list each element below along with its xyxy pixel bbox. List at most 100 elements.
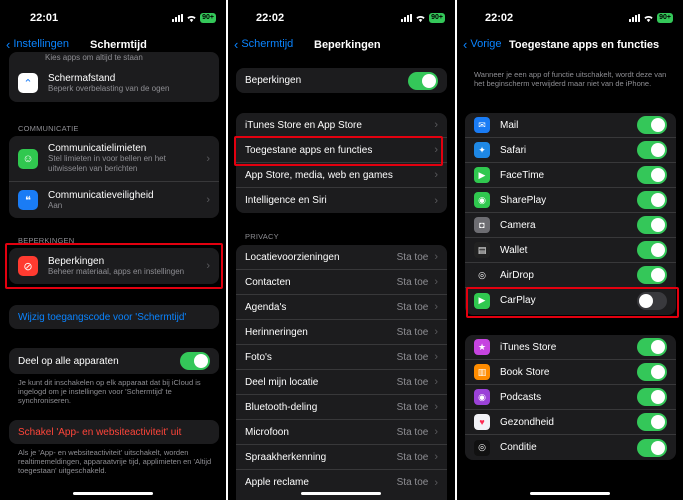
group-privacy: Locatievoorzieningen Sta toe › Contacten St… (236, 245, 447, 500)
camera-icon: ◘ (474, 217, 490, 233)
chevron-right-icon: › (434, 476, 438, 489)
row-value: Sta toe (396, 251, 429, 263)
row-content-restrictions[interactable]: App Store, media, web en games › (236, 163, 447, 188)
row-beperkingen[interactable]: ⊘ Beperkingen Beheer materiaal, apps en … (9, 248, 219, 284)
podcasts-icon: ◉ (474, 389, 490, 405)
row-privacy-location[interactable]: Locatievoorzieningen Sta toe › (236, 245, 447, 270)
app-toggle[interactable] (637, 266, 667, 284)
home-indicator (530, 492, 610, 495)
disable-activity-button[interactable]: Schakel 'App- en websiteactiviteit' uit (9, 420, 219, 444)
app-toggle[interactable] (637, 241, 667, 259)
row-label: Herinneringen (245, 326, 308, 338)
row-label: iTunes Store en App Store (245, 119, 362, 131)
battery-icon: 90+ (429, 13, 445, 23)
group-beperkingen: ⊘ Beperkingen Beheer materiaal, apps en … (9, 248, 219, 284)
row-privacy-speech[interactable]: Spraakherkenning Sta toe › (236, 445, 447, 470)
book-icon: ▥ (474, 364, 490, 380)
airdrop-icon: ◎ (474, 267, 490, 283)
row-value: Sta toe (396, 351, 429, 363)
chevron-right-icon: › (206, 194, 210, 206)
row-privacy-photos[interactable]: Foto's Sta toe › (236, 345, 447, 370)
home-indicator (301, 492, 381, 495)
row-schermafstand[interactable]: ⌃ Schermafstand Beperk overbelasting van… (9, 65, 219, 101)
row-subtitle: Aan (48, 200, 63, 210)
fitness-rings-icon: ◎ (474, 439, 490, 456)
app-toggle[interactable] (637, 291, 667, 310)
app-toggle[interactable] (637, 438, 667, 457)
app-toggle[interactable] (637, 388, 667, 406)
share-toggle[interactable] (180, 352, 210, 370)
chevron-right-icon: › (434, 326, 438, 338)
row-title: Communicatieveiligheid (48, 189, 154, 201)
status-time: 22:01 (30, 12, 59, 24)
row-intelligence-siri[interactable]: Intelligence en Siri › (236, 188, 447, 213)
wifi-icon (187, 15, 196, 22)
partial-subtitle: Kies apps om altijd te staan (45, 53, 143, 62)
battery-icon: 90+ (657, 13, 673, 23)
row-privacy-calendars[interactable]: Agenda's Sta toe › (236, 295, 447, 320)
app-label: Camera (500, 219, 536, 231)
chevron-left-icon: ‹ (463, 36, 468, 52)
chevron-right-icon: › (434, 169, 438, 181)
back-button[interactable]: ‹ Schermtijd (234, 38, 293, 51)
app-label: SharePlay (500, 194, 547, 206)
nav-bar: ‹ Schermtijd Beperkingen (228, 36, 455, 56)
app-row-itunes-store: ★ iTunes Store (465, 335, 676, 360)
back-button[interactable]: ‹ Instellingen (6, 36, 69, 52)
change-passcode-link[interactable]: Wijzig toegangscode voor 'Schermtijd' (9, 305, 219, 329)
app-label: Mail (500, 119, 519, 131)
row-privacy-reminders[interactable]: Herinneringen Sta toe › (236, 320, 447, 345)
row-privacy-contacts[interactable]: Contacten Sta toe › (236, 270, 447, 295)
row-value: Sta toe (396, 451, 429, 463)
app-toggle[interactable] (637, 338, 667, 356)
section-header-privacy: PRIVACY (245, 232, 279, 241)
chevron-left-icon: ‹ (6, 36, 11, 52)
app-toggle[interactable] (637, 413, 667, 431)
app-toggle[interactable] (637, 216, 667, 234)
app-label: iTunes Store (500, 341, 557, 353)
row-privacy-bluetooth[interactable]: Bluetooth-deling Sta toe › (236, 395, 447, 420)
row-communicatieveiligheid[interactable]: ❝ Communicatieveiligheid Aan › (9, 182, 219, 218)
row-label: Intelligence en Siri (245, 195, 327, 206)
row-label: Microfoon (245, 426, 289, 438)
chevron-right-icon: › (206, 260, 210, 272)
app-row-airdrop: ◎ AirDrop (465, 263, 676, 288)
chevron-right-icon: › (434, 194, 438, 207)
communication-safety-icon: ❝ (18, 190, 38, 210)
cellular-signal-icon (629, 14, 641, 22)
cellular-signal-icon (401, 14, 413, 22)
row-privacy-microphone[interactable]: Microfoon Sta toe › (236, 420, 447, 445)
app-toggle[interactable] (637, 191, 667, 209)
disable-label: Schakel 'App- en websiteactiviteit' uit (18, 426, 182, 438)
group-top: Kies apps om altijd te staan ⌃ Schermafs… (9, 52, 219, 102)
group-disable: Schakel 'App- en websiteactiviteit' uit (9, 420, 219, 444)
app-toggle[interactable] (637, 141, 667, 159)
mail-icon: ✉ (474, 117, 490, 133)
row-itunes-app-store[interactable]: iTunes Store en App Store › (236, 113, 447, 138)
group-share: Deel op alle apparaten (9, 348, 219, 374)
section-header-communicatie: COMMUNICATIE (18, 124, 79, 133)
chevron-right-icon: › (434, 119, 438, 131)
app-toggle[interactable] (637, 363, 667, 381)
row-label: Locatievoorzieningen (245, 251, 340, 263)
row-label: Bluetooth-deling (245, 401, 318, 413)
row-value: Sta toe (396, 276, 429, 288)
row-title: Beperkingen (48, 255, 105, 267)
app-label: Wallet (500, 244, 528, 256)
row-communicatielimieten[interactable]: ☺ Communicatielimieten Stel limieten in … (9, 136, 219, 182)
row-subtitle: Stel limieten in voor bellen en het uitw… (48, 154, 166, 173)
communication-limits-icon: ☺ (18, 148, 38, 169)
allowed-apps-note: Wanneer je een app of functie uitschakel… (474, 70, 667, 88)
facetime-icon: ▶ (474, 167, 490, 183)
app-toggle[interactable] (637, 166, 667, 184)
back-button[interactable]: ‹ Vorige (463, 36, 502, 52)
screen-distance-icon: ⌃ (18, 73, 38, 93)
restrictions-toggle[interactable] (408, 71, 438, 90)
row-subtitle: Beheer materiaal, apps en instellingen (48, 266, 185, 276)
row-allowed-apps[interactable]: Toegestane apps en functies › (236, 138, 447, 163)
app-toggle[interactable] (637, 116, 667, 134)
row-label: Foto's (245, 351, 272, 363)
row-label: App Store, media, web en games (245, 169, 393, 181)
row-privacy-share-location[interactable]: Deel mijn locatie Sta toe › (236, 370, 447, 395)
app-row-camera: ◘ Camera (465, 213, 676, 238)
